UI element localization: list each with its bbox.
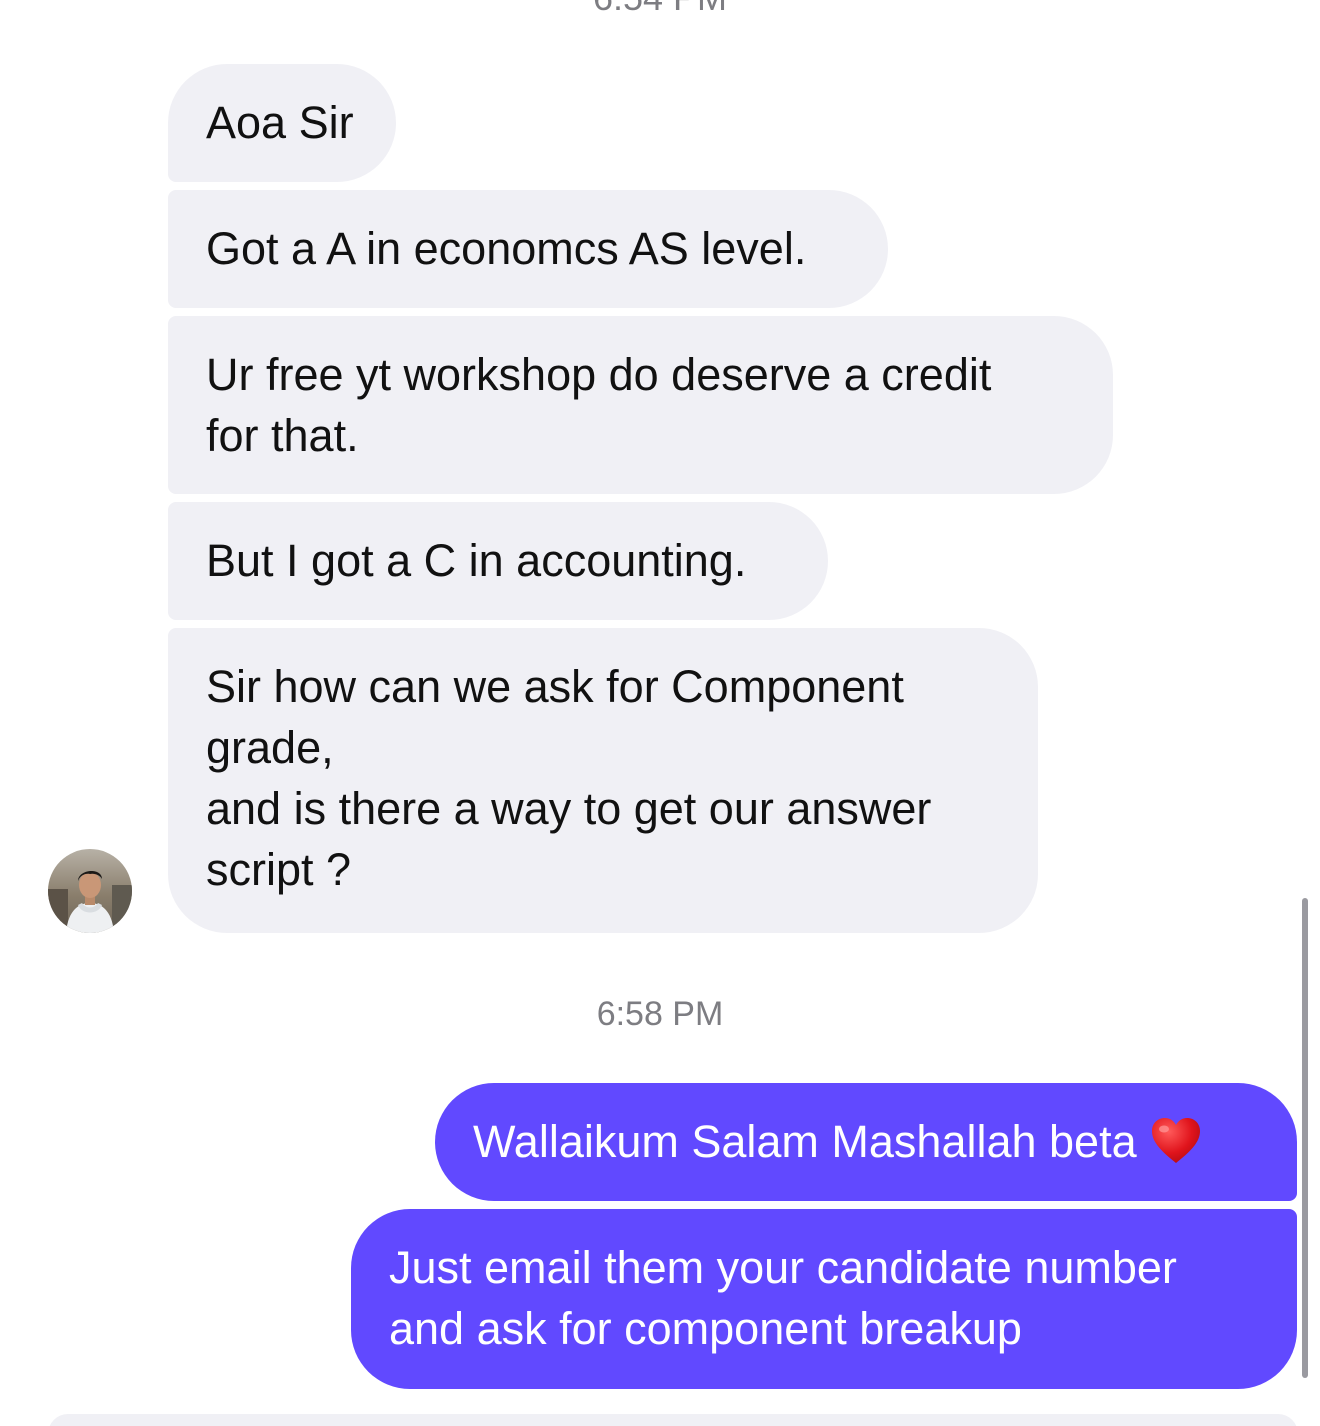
sender-avatar[interactable] [48,849,132,933]
chat-screen: 6:54 PM Aoa Sir Got a A in economcs AS l… [0,0,1320,1426]
avatar-photo [48,849,132,933]
outgoing-message-text: Wallaikum Salam Mashallah beta [473,1116,1137,1167]
incoming-message[interactable]: But I got a C in accounting. [168,502,828,620]
message-timestamp: 6:58 PM [596,995,724,1033]
red-heart-icon [1151,1117,1201,1165]
outgoing-message[interactable]: Just email them your candidate number an… [351,1209,1297,1389]
incoming-message[interactable]: Ur free yt workshop do deserve a credit … [168,316,1113,494]
incoming-message[interactable]: Aoa Sir [168,64,396,182]
outgoing-message[interactable]: Wallaikum Salam Mashallah beta [435,1083,1297,1201]
incoming-message[interactable]: Sir how can we ask for Component grade, … [168,628,1038,933]
top-timestamp: 6:54 PM [0,0,1320,18]
incoming-message[interactable]: Got a A in economcs AS level. [168,190,888,308]
scrollbar[interactable] [1302,898,1308,1378]
message-composer[interactable] [48,1414,1298,1426]
